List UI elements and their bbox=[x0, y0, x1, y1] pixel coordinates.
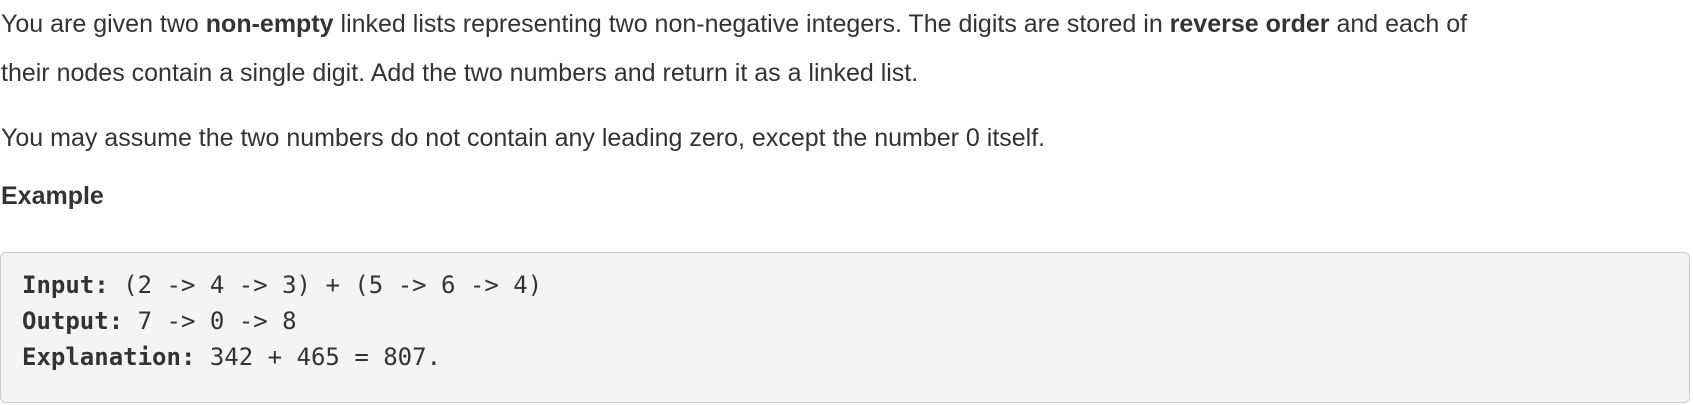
input-value: (2 -> 4 -> 3) + (5 -> 6 -> 4) bbox=[108, 271, 543, 299]
input-label: Input: bbox=[22, 271, 109, 299]
output-value: 7 -> 0 -> 8 bbox=[123, 307, 297, 335]
emphasis-reverse-order: reverse order bbox=[1169, 10, 1330, 38]
example-output-line: Output: 7 -> 0 -> 8 bbox=[22, 303, 297, 339]
output-label: Output: bbox=[22, 307, 124, 335]
description-text: linked lists representing two non-negati… bbox=[333, 10, 1170, 38]
description-note: You may assume the two numbers do not co… bbox=[1, 124, 1046, 152]
example-code-block: Input: (2 -> 4 -> 3) + (5 -> 6 -> 4) Out… bbox=[0, 252, 1690, 403]
emphasis-non-empty: non-empty bbox=[205, 10, 334, 38]
description-text: and each of bbox=[1329, 10, 1468, 38]
description-text: You are given two bbox=[1, 10, 206, 38]
explanation-value: 342 + 465 = 807. bbox=[195, 343, 442, 371]
explanation-label: Explanation: bbox=[22, 343, 196, 371]
example-heading: Example bbox=[1, 182, 104, 210]
example-explanation-line: Explanation: 342 + 465 = 807. bbox=[22, 339, 441, 375]
example-input-line: Input: (2 -> 4 -> 3) + (5 -> 6 -> 4) bbox=[22, 267, 542, 303]
problem-description: You are given two non-empty linked lists… bbox=[0, 0, 1693, 405]
description-line-2: their nodes contain a single digit. Add … bbox=[1, 59, 919, 87]
description-line-1: You are given two non-empty linked lists… bbox=[1, 0, 1467, 49]
